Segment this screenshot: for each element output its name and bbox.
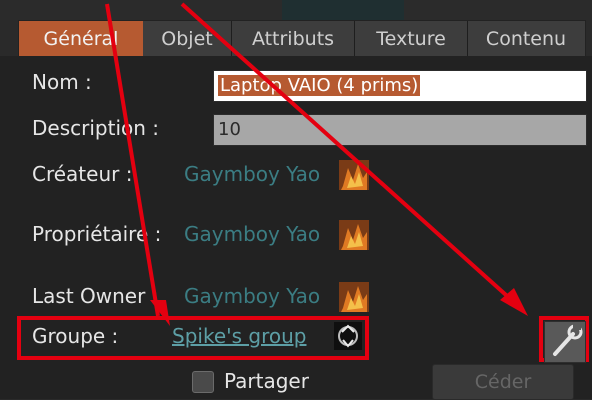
creator-link[interactable]: Gaymboy Yao	[184, 162, 320, 186]
group-link[interactable]: Spike's group	[172, 324, 306, 348]
share-checkbox[interactable]	[192, 371, 214, 393]
creator-avatar-thumbnail[interactable]	[339, 160, 369, 190]
tab-contents[interactable]: Contenu	[468, 21, 584, 57]
last-owner-label: Last Owner :	[32, 284, 159, 308]
last-owner-link[interactable]: Gaymboy Yao	[184, 284, 320, 308]
owner-avatar-thumbnail[interactable]	[339, 220, 369, 250]
group-label: Groupe :	[32, 324, 119, 348]
last-owner-avatar-thumbnail[interactable]	[339, 282, 369, 312]
deed-button[interactable]: Céder	[432, 364, 574, 400]
tab-texture[interactable]: Texture	[355, 21, 467, 57]
name-label: Nom :	[32, 70, 92, 94]
owner-link[interactable]: Gaymboy Yao	[184, 222, 320, 246]
name-input-value: Laptop VAIO (4 prims)	[218, 75, 421, 96]
wrench-icon	[553, 324, 583, 356]
share-label: Partager	[224, 369, 309, 393]
group-thumbnail[interactable]	[334, 322, 362, 350]
tab-general[interactable]: Général	[19, 21, 143, 57]
owner-label: Propriétaire :	[32, 222, 162, 246]
tab-object[interactable]: Objet	[143, 21, 231, 57]
window-top-accent	[282, 0, 404, 22]
description-input[interactable]: 10	[213, 114, 587, 146]
name-input[interactable]: Laptop VAIO (4 prims)	[213, 70, 587, 102]
creator-label: Créateur :	[32, 162, 133, 186]
description-label: Description :	[32, 116, 160, 140]
edit-wrench-button[interactable]	[544, 321, 586, 363]
tab-attributes[interactable]: Attributs	[232, 21, 354, 57]
tab-bar: Général Objet Attributs Texture Contenu	[18, 20, 586, 58]
